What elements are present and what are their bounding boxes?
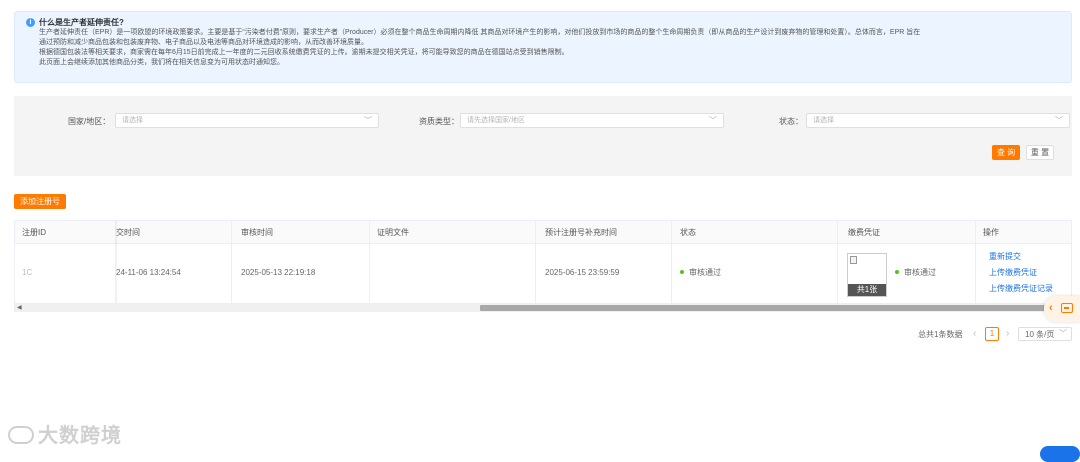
page-size-select[interactable]: 10 条/页 ﹀ — [1018, 327, 1072, 341]
resubmit-link[interactable]: 重新提交 — [989, 252, 1021, 262]
chevron-down-icon: ﹀ — [364, 116, 372, 125]
success-dot — [680, 270, 684, 274]
header-proof-file: 证明文件 — [377, 228, 409, 237]
header-actions: 操作 — [983, 228, 999, 237]
reset-button[interactable]: 重 置 — [1026, 145, 1054, 160]
upload-voucher-link[interactable]: 上传缴费凭证 — [989, 268, 1037, 278]
header-reg-id: 注册ID — [22, 228, 46, 237]
header-review-time: 审核时间 — [241, 228, 273, 237]
status-label: 状态： — [779, 117, 803, 126]
cell-review-time: 2025-05-13 22:19:18 — [241, 268, 316, 277]
chevron-left-icon: ‹ — [1049, 302, 1053, 314]
watermark-logo: 大数跨境 — [8, 424, 122, 448]
status-text: 审核通过 — [689, 268, 721, 277]
notice-title: 什么是生产者延伸责任? — [39, 18, 124, 27]
cell-reg-id: 1C — [22, 268, 33, 277]
cell-submit-time: 24-11-06 13:24:54 — [116, 268, 181, 277]
add-registration-button[interactable]: 添加注册号 — [14, 194, 66, 209]
notice-line: 生产者延伸责任（EPR）是一项欧盟的环境政策要求。主要是基于“污染者付费”原则，… — [39, 29, 921, 36]
column-divider — [671, 221, 672, 303]
scroll-left-icon[interactable]: ◀ — [17, 304, 22, 312]
column-divider — [535, 221, 536, 303]
logo-mark-icon — [8, 426, 34, 444]
prev-page-icon[interactable]: ‹ — [973, 328, 976, 340]
notice-line: 此页面上会继续添加其他商品分类，我们将在相关信息变为可用状态时通知您。 — [39, 59, 284, 66]
resource-type-placeholder: 请先选择国家/地区 — [467, 117, 525, 124]
query-button[interactable]: 查 询 — [992, 145, 1020, 160]
status-select[interactable]: 请选择 ﹀ — [806, 113, 1070, 128]
page-1-button[interactable]: 1 — [985, 327, 999, 341]
header-submit-time: 交时间 — [116, 228, 140, 237]
registration-table: 注册ID 交时间 审核时间 证明文件 预计注册号补充时间 状态 缴费凭证 操作 … — [14, 220, 1072, 304]
resource-type-select[interactable]: 请先选择国家/地区 ﹀ — [460, 113, 724, 128]
chevron-down-icon: ﹀ — [1059, 329, 1067, 338]
column-divider — [231, 221, 232, 303]
fixed-column-shadow — [115, 221, 118, 303]
support-widget[interactable]: ‹ — [1044, 296, 1080, 322]
scrollbar-thumb[interactable] — [480, 305, 1060, 311]
notice-line: 通过预防和减少商品包装和包装废弃物、电子商品以及电池等商品对环境造成的影响，从而… — [39, 39, 368, 46]
voucher-count: 共1张 — [848, 284, 886, 296]
broken-image-icon — [850, 256, 857, 264]
cell-expected-time: 2025-06-15 23:59:59 — [545, 268, 620, 277]
cell-voucher-status: 审核通过 — [895, 268, 936, 278]
country-placeholder: 请选择 — [122, 117, 143, 124]
pagination-total: 总共1条数据 — [918, 330, 963, 339]
resource-type-label: 资质类型： — [419, 117, 459, 126]
chevron-down-icon: ﹀ — [1055, 116, 1063, 125]
filter-panel: 国家/地区： 请选择 ﹀ 资质类型： 请先选择国家/地区 ﹀ 状态： 请选择 ﹀… — [14, 96, 1072, 176]
notice-line: 根据德国包装法等相关要求，商家需在每年6月15日前完成上一年度的二元回收系统缴费… — [39, 49, 569, 56]
epr-notice: i 什么是生产者延伸责任? 生产者延伸责任（EPR）是一项欧盟的环境政策要求。主… — [14, 11, 1072, 83]
cell-status: 审核通过 — [680, 268, 721, 278]
table-header: 注册ID 交时间 审核时间 证明文件 预计注册号补充时间 状态 缴费凭证 操作 — [15, 221, 1071, 244]
header-payment-voucher: 缴费凭证 — [848, 228, 880, 237]
country-select[interactable]: 请选择 ﹀ — [115, 113, 379, 128]
watermark-text: 大数跨境 — [38, 425, 122, 447]
chat-icon — [1061, 303, 1073, 313]
upload-voucher-record-link[interactable]: 上传缴费凭证记录 — [989, 284, 1053, 294]
info-icon: i — [26, 18, 35, 27]
success-dot — [895, 270, 899, 274]
column-divider — [975, 221, 976, 303]
header-expected-time: 预计注册号补充时间 — [545, 228, 617, 237]
country-label: 国家/地区： — [68, 117, 111, 126]
horizontal-scrollbar[interactable]: ◀ — [14, 304, 1072, 312]
column-divider — [837, 221, 838, 303]
voucher-thumbnail[interactable]: 共1张 — [847, 253, 887, 297]
column-divider — [369, 221, 370, 303]
voucher-status-text: 审核通过 — [904, 268, 936, 277]
page-size-value: 10 条/页 — [1025, 330, 1055, 339]
toggle-switch[interactable] — [1040, 446, 1080, 462]
next-page-icon[interactable]: › — [1006, 328, 1009, 340]
status-placeholder: 请选择 — [813, 117, 834, 124]
chevron-down-icon: ﹀ — [709, 116, 717, 125]
header-status: 状态 — [680, 228, 696, 237]
